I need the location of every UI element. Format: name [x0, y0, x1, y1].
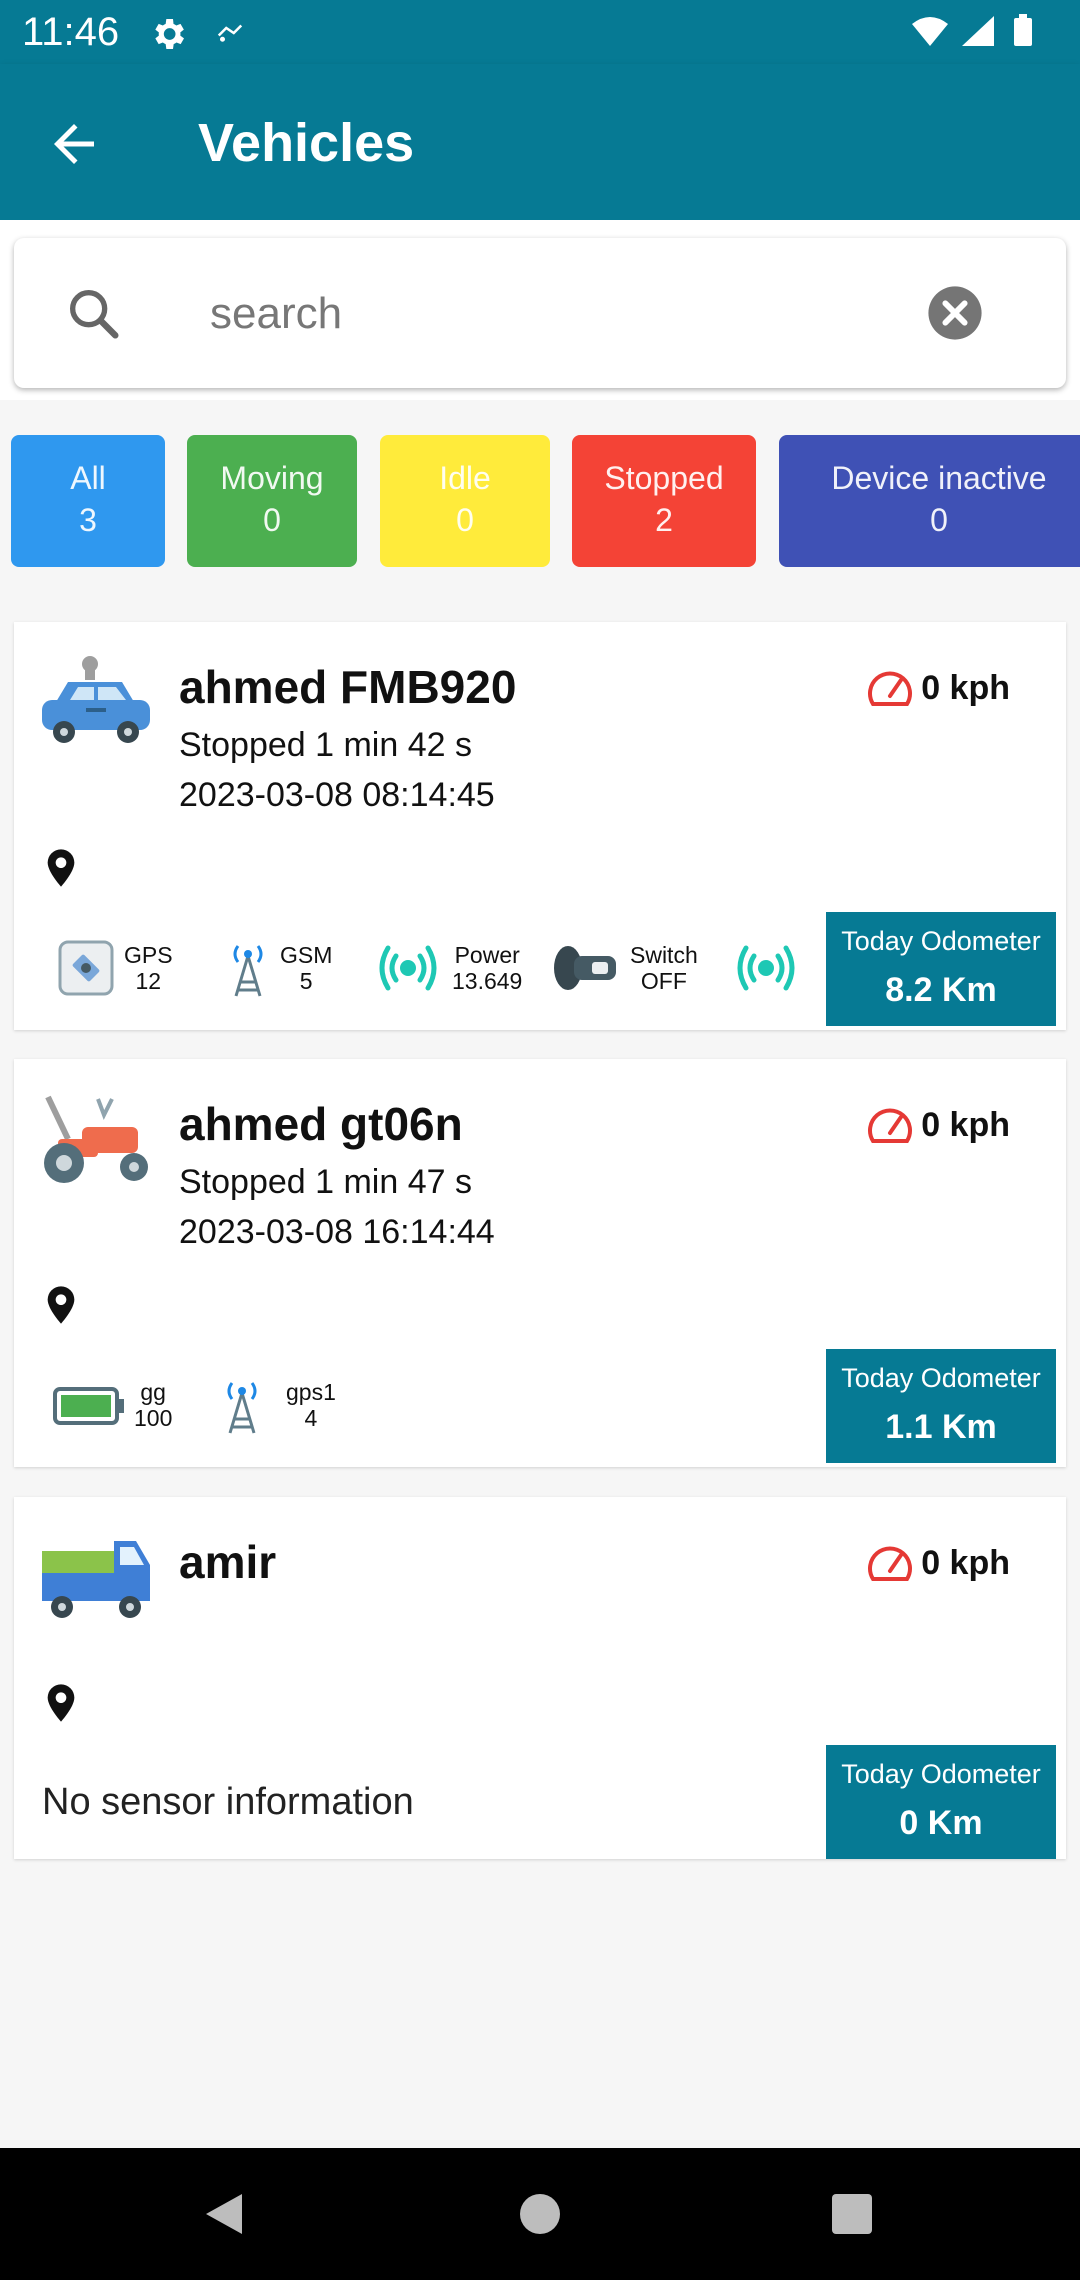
speedometer-icon [868, 1546, 913, 1581]
cell-signal-icon [962, 16, 994, 46]
sensor-gps: GPS 12 [56, 928, 173, 1008]
vehicle-name: ahmed gt06n [179, 1098, 463, 1150]
system-nav-bar [0, 2148, 1080, 2280]
search-input[interactable] [210, 274, 890, 354]
satellite-icon [58, 940, 114, 996]
odometer-label: Today Odometer [841, 1363, 1041, 1393]
vehicle-card[interactable]: amir 0 kph No sensor information Today O… [14, 1497, 1066, 1859]
odometer-value: 1.1 Km [885, 1408, 997, 1446]
speed-value: 0 kph [921, 1543, 1010, 1582]
sensor-value: 5 [299, 968, 313, 994]
battery-icon [53, 1387, 124, 1425]
speed-display: 0 kph [865, 666, 1010, 710]
sensor-value: 100 [134, 1405, 173, 1431]
filter-label: Idle [439, 460, 491, 496]
search-icon [69, 290, 119, 339]
vehicle-name: ahmed FMB920 [179, 661, 517, 713]
sensor-switch: Switch OFF [552, 928, 698, 1008]
sensor-gps1: gps1 4 [218, 1365, 336, 1445]
vehicle-status: Stopped 1 min 42 s [179, 726, 472, 764]
sensor-gsm: GSM 5 [224, 928, 332, 1008]
vehicle-name: amir [179, 1536, 277, 1588]
filter-label: Moving [220, 460, 324, 496]
search-section [0, 220, 1080, 400]
today-odometer: Today Odometer 0 Km [826, 1745, 1056, 1859]
sensor-value: 4 [304, 1405, 318, 1431]
sensor-name: GSM [280, 942, 333, 968]
filter-device-inactive-button[interactable]: Device inactive 0 [779, 435, 1080, 567]
car-icon [42, 656, 150, 743]
speed-display: 0 kph [865, 1541, 1010, 1585]
tractor-icon [44, 1095, 148, 1183]
sensor-list: GPS 12 GSM 5 Power 13.649 Switch OFF [38, 928, 798, 1008]
gear-icon [155, 19, 184, 49]
nav-back-icon[interactable] [198, 2188, 250, 2240]
status-filter-bar: All 3 Moving 0 Idle 0 Stopped 2 Device i… [0, 420, 1080, 590]
status-bar: 11:46 [0, 0, 1080, 64]
signal-broadcast-icon [379, 945, 437, 991]
filter-count: 0 [456, 502, 474, 538]
odometer-value: 0 Km [899, 1804, 983, 1842]
truck-icon [42, 1541, 150, 1618]
today-odometer: Today Odometer 8.2 Km [826, 912, 1056, 1026]
no-sensor-text: No sensor information [42, 1781, 414, 1823]
sensor-name: gps1 [286, 1379, 336, 1405]
sensor-list: gg 100 gps1 4 [38, 1365, 798, 1445]
location-pin-icon[interactable] [44, 1683, 78, 1723]
antenna-tower-icon [227, 1382, 257, 1434]
vehicle-card[interactable]: ahmed FMB920 Stopped 1 min 42 s 2023-03-… [14, 622, 1066, 1030]
wifi-icon [912, 17, 948, 46]
sensor-name: Switch [630, 942, 698, 968]
filter-count: 3 [79, 502, 97, 538]
status-time: 11:46 [22, 10, 120, 54]
filter-count: 0 [930, 502, 948, 538]
antenna-tower-icon [233, 945, 263, 997]
odometer-label: Today Odometer [841, 926, 1041, 956]
nav-home-icon[interactable] [514, 2188, 566, 2240]
sensor-value: 13.649 [452, 968, 523, 994]
signal-broadcast-icon [737, 945, 795, 991]
filter-idle-button[interactable]: Idle 0 [380, 435, 550, 567]
sensor-power: Power 13.649 [372, 928, 522, 1008]
filter-count: 2 [655, 502, 673, 538]
sensor-battery: gg 100 [52, 1365, 172, 1445]
filter-stopped-button[interactable]: Stopped 2 [572, 435, 756, 567]
sensor-name: GPS [124, 942, 173, 968]
clear-search-icon[interactable] [926, 284, 984, 342]
vehicle-status: Stopped 1 min 47 s [179, 1163, 472, 1201]
filter-label: Stopped [604, 460, 724, 496]
filter-count: 0 [263, 502, 281, 538]
vehicle-card[interactable]: ahmed gt06n Stopped 1 min 47 s 2023-03-0… [14, 1059, 1066, 1467]
location-pin-icon[interactable] [44, 1285, 78, 1325]
page-title: Vehicles [198, 113, 415, 173]
odometer-label: Today Odometer [841, 1759, 1041, 1789]
vehicle-datetime: 2023-03-08 16:14:44 [179, 1213, 495, 1251]
speedometer-icon [868, 1108, 913, 1143]
odometer-value: 8.2 Km [885, 971, 997, 1009]
notification-icon [217, 24, 243, 42]
sensor-value: 12 [135, 968, 162, 994]
speed-value: 0 kph [921, 1105, 1010, 1144]
filter-moving-button[interactable]: Moving 0 [187, 435, 357, 567]
filter-label: Device inactive [831, 460, 1047, 496]
speed-value: 0 kph [921, 668, 1010, 707]
app-bar: Vehicles [0, 64, 1080, 220]
sensor-name: gg [140, 1379, 166, 1405]
battery-status-icon [1014, 18, 1032, 46]
today-odometer: Today Odometer 1.1 Km [826, 1349, 1056, 1463]
nav-recents-icon[interactable] [826, 2188, 878, 2240]
search-bar [14, 238, 1066, 388]
vehicle-datetime: 2023-03-08 08:14:45 [179, 776, 495, 814]
speedometer-icon [868, 671, 913, 706]
filter-all-button[interactable]: All 3 [11, 435, 165, 567]
filter-label: All [70, 460, 106, 496]
ignition-switch-icon [554, 946, 616, 990]
back-arrow-icon[interactable] [44, 114, 104, 174]
system-status-icons [912, 14, 1032, 46]
sensor-signal-partial [730, 928, 798, 1008]
speed-display: 0 kph [865, 1103, 1010, 1147]
location-pin-icon[interactable] [44, 848, 78, 888]
sensor-name: Power [454, 942, 520, 968]
sensor-value: OFF [640, 968, 687, 994]
